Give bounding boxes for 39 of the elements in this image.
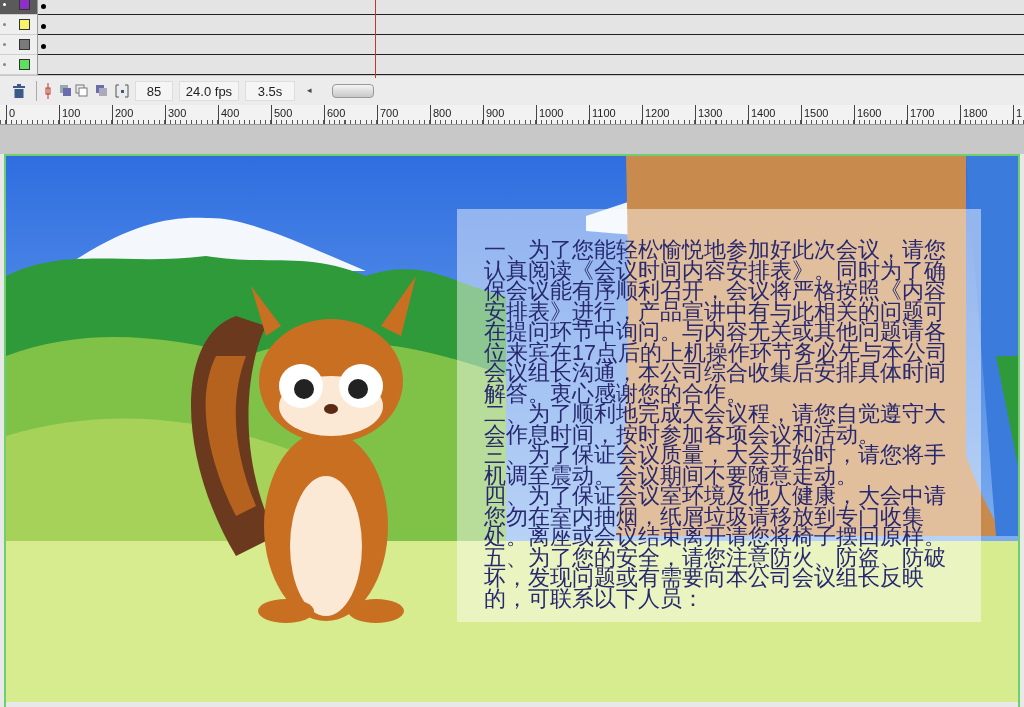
ruler-label: 1200	[642, 105, 670, 124]
ruler-label: 0	[6, 105, 16, 124]
elapsed-time-field[interactable]: 3.5s	[245, 80, 295, 101]
layer-color-swatch[interactable]	[19, 19, 30, 30]
ruler-label: 1700	[907, 105, 935, 124]
layer-color-swatch[interactable]	[19, 39, 30, 50]
layer-row[interactable]	[0, 0, 37, 15]
center-frame-icon[interactable]	[43, 82, 53, 99]
layer-color-swatch[interactable]	[19, 59, 30, 70]
scroll-left-button[interactable]: ◂	[305, 83, 314, 98]
marker-range-icon[interactable]	[115, 83, 129, 98]
ruler-label: 1600	[854, 105, 882, 124]
ruler-label: 600	[324, 105, 346, 124]
ruler-label: 1300	[695, 105, 723, 124]
edit-frames-icon[interactable]	[95, 83, 109, 98]
ruler-label: 800	[430, 105, 452, 124]
layer-color-swatch[interactable]	[19, 0, 30, 10]
scrollbar-thumb[interactable]	[332, 83, 374, 98]
ruler-label: 1100	[589, 105, 616, 124]
ruler-label: 200	[112, 105, 134, 124]
ruler-label: 1400	[748, 105, 776, 124]
notice-paragraph: 四、为了保证会议室环境及他人健康，大会中请您勿在室内抽烟，纸屑垃圾请移放到专门收集处。离座或会议结束离开请您将椅子摆回原样。	[484, 486, 947, 548]
ruler-label: 1	[1013, 105, 1023, 124]
ruler-label: 700	[377, 105, 399, 124]
ruler-label: 500	[271, 105, 293, 124]
ruler-label: 1000	[536, 105, 564, 124]
ruler-label: 400	[218, 105, 240, 124]
frame-rate-field[interactable]: 24.0 fps	[179, 80, 239, 101]
notice-paragraph: 二、为了顺利地完成大会议程，请您自觉遵守大会作息时间，按时参加各项会议和活动。	[484, 404, 947, 445]
notice-paragraph: 五、为了您的安全，请您注意防火、防盗、防破坏，发现问题或有需要向本公司会议组长反映的，可联系以下人员：	[484, 547, 947, 609]
onion-skin-icon[interactable]	[59, 83, 89, 98]
ruler-label: 1500	[801, 105, 829, 124]
ruler-label: 100	[59, 105, 81, 124]
ruler-label: 300	[165, 105, 187, 124]
ruler-label: 1800	[960, 105, 988, 124]
notice-paragraph: 三、为了保证会议质量，大会开始时，请您将手机调至震动。会议期间不要随意走动。	[484, 445, 947, 486]
delete-icon[interactable]	[12, 83, 26, 98]
ruler-label: 900	[483, 105, 505, 124]
current-frame-field[interactable]: 85	[135, 80, 173, 101]
